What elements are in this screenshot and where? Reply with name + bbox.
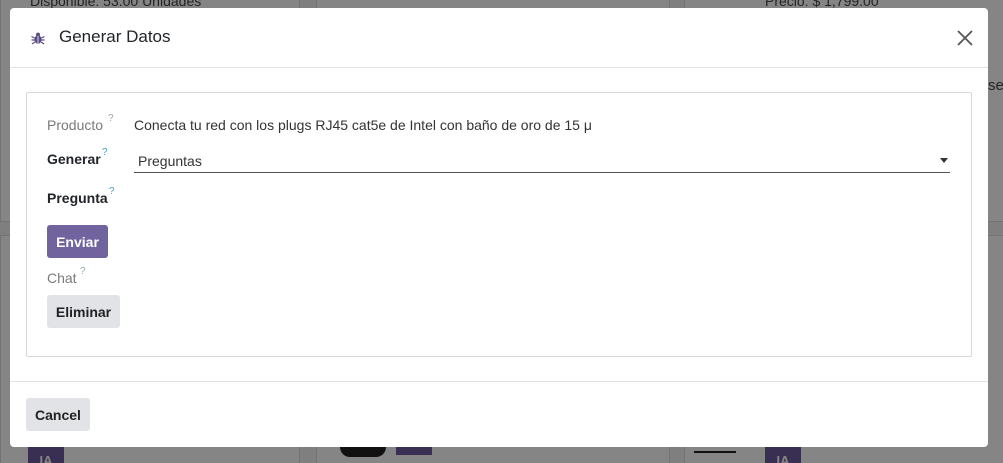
generar-label: Generar bbox=[47, 151, 101, 167]
generate-form: Producto ? Conecta tu red con los plugs … bbox=[26, 92, 972, 357]
producto-value: Conecta tu red con los plugs RJ45 cat5e … bbox=[134, 117, 592, 133]
send-button[interactable]: Enviar bbox=[47, 225, 108, 258]
caret-down-icon bbox=[940, 158, 948, 163]
pregunta-help-icon[interactable]: ? bbox=[109, 186, 115, 197]
generar-select-value: Preguntas bbox=[138, 153, 202, 169]
close-icon[interactable] bbox=[954, 27, 976, 49]
dialog-title: Generar Datos bbox=[59, 27, 171, 46]
generar-select[interactable]: Preguntas bbox=[134, 148, 950, 173]
pregunta-label: Pregunta bbox=[47, 190, 108, 206]
dialog-footer: Cancel bbox=[10, 381, 988, 448]
producto-help-icon[interactable]: ? bbox=[108, 113, 114, 124]
generar-help-icon[interactable]: ? bbox=[102, 147, 108, 158]
bug-icon bbox=[31, 32, 45, 45]
cancel-button[interactable]: Cancel bbox=[26, 398, 90, 431]
delete-button[interactable]: Eliminar bbox=[47, 295, 120, 328]
chat-help-icon[interactable]: ? bbox=[80, 266, 86, 277]
chat-label: Chat bbox=[47, 270, 77, 286]
generate-data-dialog: Generar Datos Producto ? Conecta tu red … bbox=[10, 8, 988, 447]
dialog-header: Generar Datos bbox=[10, 8, 988, 68]
producto-label: Producto bbox=[47, 117, 104, 133]
